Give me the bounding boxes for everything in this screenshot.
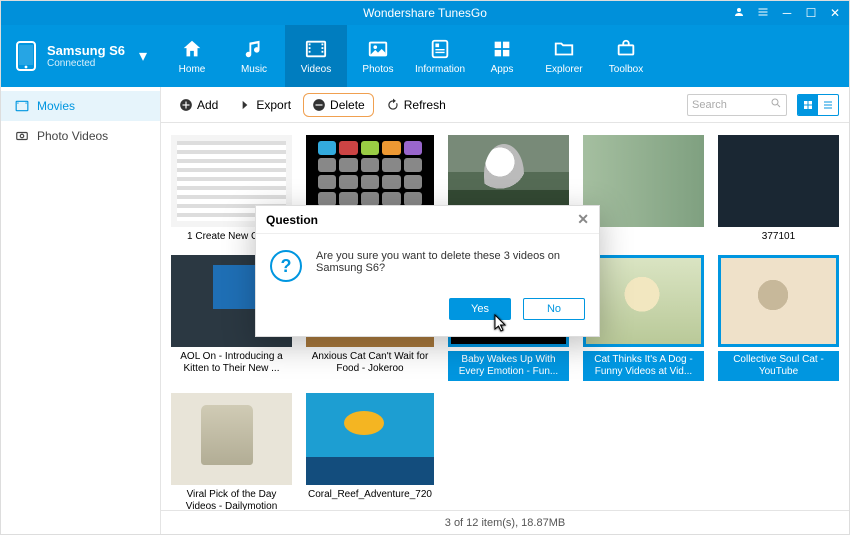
- search-placeholder: Search: [692, 99, 727, 111]
- maximize-button[interactable]: ☐: [803, 6, 819, 20]
- toolbar: Add Export Delete Refresh Search: [161, 87, 849, 123]
- window-controls: ─ ☐ ✕: [731, 1, 843, 25]
- phone-icon: [15, 41, 37, 71]
- menu-icon[interactable]: [755, 6, 771, 21]
- nav-explorer[interactable]: Explorer: [533, 25, 595, 87]
- add-button[interactable]: Add: [171, 94, 226, 116]
- window-title: Wondershare TunesGo: [363, 6, 487, 20]
- sidebar-item-label: Photo Videos: [37, 129, 108, 143]
- device-status: Connected: [47, 58, 125, 69]
- grid-view-button[interactable]: [798, 95, 818, 115]
- status-bar: 3 of 12 item(s), 18.87MB: [161, 510, 849, 534]
- main-nav: Home Music Videos Photos Information App…: [161, 25, 849, 87]
- video-thumbnail: [583, 135, 704, 227]
- video-thumbnail: [306, 393, 434, 485]
- delete-button[interactable]: Delete: [303, 93, 374, 117]
- nav-music-label: Music: [241, 64, 267, 75]
- toolbar-label: Export: [256, 98, 291, 112]
- user-icon[interactable]: [731, 6, 747, 21]
- nav-explorer-label: Explorer: [545, 64, 582, 75]
- video-item[interactable]: 377101: [718, 135, 839, 243]
- nav-toolbox-label: Toolbox: [609, 64, 643, 75]
- nav-toolbox[interactable]: Toolbox: [595, 25, 657, 87]
- dialog-title: Question: [266, 213, 318, 227]
- yes-button[interactable]: Yes: [449, 298, 511, 320]
- dialog-close-button[interactable]: ✕: [577, 211, 589, 228]
- close-button[interactable]: ✕: [827, 6, 843, 20]
- export-button[interactable]: Export: [230, 94, 299, 116]
- dialog-buttons: Yes No: [256, 290, 599, 336]
- confirm-dialog: Question ✕ ? Are you sure you want to de…: [255, 205, 600, 337]
- nav-videos-label: Videos: [301, 64, 331, 75]
- video-item[interactable]: Coral_Reef_Adventure_720: [306, 393, 434, 510]
- toolbar-label: Delete: [330, 98, 365, 112]
- toolbar-label: Refresh: [404, 98, 446, 112]
- search-icon: [770, 97, 782, 112]
- toolbar-label: Add: [197, 98, 218, 112]
- nav-videos[interactable]: Videos: [285, 25, 347, 87]
- video-item[interactable]: Collective Soul Cat - YouTube: [718, 255, 839, 381]
- video-thumbnail: [718, 255, 839, 347]
- video-thumbnail: [171, 393, 292, 485]
- video-caption: Baby Wakes Up With Every Emotion - Fun..…: [448, 351, 569, 381]
- dialog-body: ? Are you sure you want to delete these …: [256, 234, 599, 290]
- no-button[interactable]: No: [523, 298, 585, 320]
- video-caption: Anxious Cat Can't Wait for Food - Jokero…: [306, 351, 434, 375]
- video-caption: Collective Soul Cat - YouTube: [718, 351, 839, 381]
- video-item[interactable]: [583, 135, 704, 243]
- video-caption: 377101: [760, 231, 797, 243]
- nav-photos[interactable]: Photos: [347, 25, 409, 87]
- video-thumbnail: [718, 135, 839, 227]
- device-name: Samsung S6: [47, 43, 125, 58]
- video-caption: AOL On - Introducing a Kitten to Their N…: [171, 351, 292, 375]
- chevron-down-icon: ▾: [139, 46, 147, 66]
- sidebar-item-photo-videos[interactable]: Photo Videos: [1, 121, 160, 151]
- minimize-button[interactable]: ─: [779, 6, 795, 20]
- view-toggle: [797, 94, 839, 116]
- titlebar: Wondershare TunesGo ─ ☐ ✕: [1, 1, 849, 25]
- nav-information-label: Information: [415, 64, 465, 75]
- nav-photos-label: Photos: [362, 64, 393, 75]
- refresh-button[interactable]: Refresh: [378, 94, 454, 116]
- nav-apps[interactable]: Apps: [471, 25, 533, 87]
- video-caption: Viral Pick of the Day Videos - Dailymoti…: [171, 489, 292, 510]
- video-item[interactable]: Cat Thinks It's A Dog - Funny Videos at …: [583, 255, 704, 381]
- dialog-message: Are you sure you want to delete these 3 …: [316, 250, 585, 274]
- nav-information[interactable]: Information: [409, 25, 471, 87]
- video-item[interactable]: Viral Pick of the Day Videos - Dailymoti…: [171, 393, 292, 510]
- list-view-button[interactable]: [818, 95, 838, 115]
- sidebar: Movies Photo Videos: [1, 87, 161, 534]
- search-input[interactable]: Search: [687, 94, 787, 116]
- nav-music[interactable]: Music: [223, 25, 285, 87]
- header: Samsung S6 Connected ▾ Home Music Videos…: [1, 25, 849, 87]
- question-icon: ?: [270, 250, 302, 282]
- video-caption: Coral_Reef_Adventure_720: [306, 489, 434, 501]
- nav-home[interactable]: Home: [161, 25, 223, 87]
- video-thumbnail: [583, 255, 704, 347]
- video-caption: Cat Thinks It's A Dog - Funny Videos at …: [583, 351, 704, 381]
- dialog-header: Question ✕: [256, 206, 599, 234]
- sidebar-item-label: Movies: [37, 99, 75, 113]
- device-selector[interactable]: Samsung S6 Connected ▾: [1, 25, 161, 87]
- nav-home-label: Home: [179, 64, 206, 75]
- sidebar-item-movies[interactable]: Movies: [1, 91, 160, 121]
- nav-apps-label: Apps: [491, 64, 514, 75]
